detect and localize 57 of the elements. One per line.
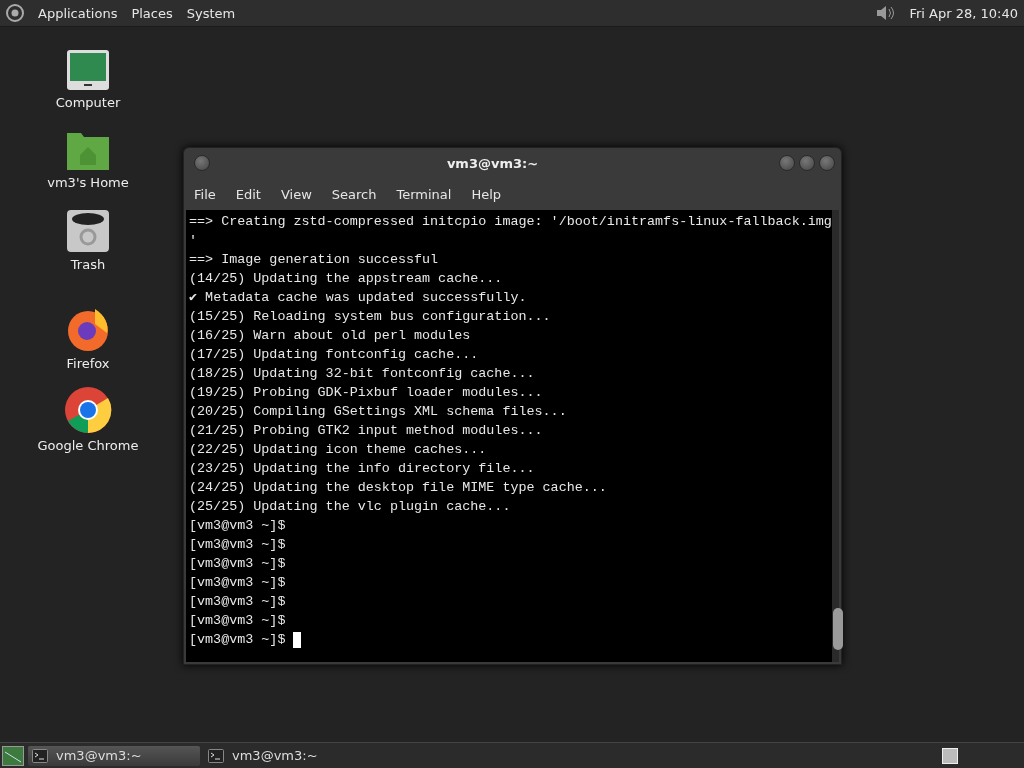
desktop-icon-label[interactable]: vm3's Home (47, 175, 129, 190)
terminal-line: (18/25) Updating 32-bit fontconfig cache... (189, 365, 535, 383)
close-button[interactable] (819, 155, 835, 171)
desktop-icon-label[interactable]: Computer (55, 95, 121, 110)
terminal-icon (208, 748, 224, 763)
window-title: vm3@vm3:~ (445, 155, 540, 171)
terminal-line: ' (189, 232, 198, 250)
clock[interactable]: Fri Apr 28, 10:40 (909, 5, 1018, 21)
volume-icon[interactable] (875, 5, 896, 21)
chrome-icon (64, 386, 112, 434)
desktop-icon-label[interactable]: Firefox (66, 356, 110, 371)
terminal-line: (16/25) Warn about old perl modules (189, 327, 471, 345)
menu-item[interactable]: Terminal (396, 186, 452, 202)
terminal-line: [vm3@vm3 ~]$ (189, 517, 286, 535)
panel-menu[interactable]: Applications (38, 5, 118, 21)
terminal-line: [vm3@vm3 ~]$ (189, 536, 286, 554)
terminal-line: (14/25) Updating the appstream cache... (189, 270, 503, 288)
show-desktop-icon[interactable] (2, 745, 24, 766)
terminal-line: (17/25) Updating fontconfig cache... (189, 346, 479, 364)
terminal-line: ==> Image generation successful (189, 251, 439, 269)
distro-logo-icon[interactable] (6, 4, 24, 22)
menu-item[interactable]: File (194, 186, 216, 202)
terminal-line: (15/25) Reloading system bus configuration... (189, 308, 551, 326)
minimize-button[interactable] (779, 155, 795, 171)
terminal-line: (21/25) Probing GTK2 input method modules... (189, 422, 543, 440)
scrollbar-thumb[interactable] (832, 608, 843, 650)
terminal-icon (32, 748, 48, 763)
firefox-icon (65, 306, 111, 352)
trash-icon (66, 209, 110, 253)
taskbar-button[interactable]: vm3@vm3:~ (204, 745, 376, 766)
text-cursor (293, 631, 302, 648)
terminal-line: (20/25) Compiling GSettings XML schema files... (189, 403, 567, 421)
desktop-icon-label[interactable]: Trash (70, 257, 106, 272)
terminal-line: (25/25) Updating the vlc plugin cache... (189, 498, 511, 516)
taskbar-button[interactable]: vm3@vm3:~ (28, 745, 200, 766)
monitor-icon (66, 49, 110, 91)
terminal-line: ✔ Metadata cache was updated successfully. (189, 289, 527, 307)
terminal-line: [vm3@vm3 ~]$ (189, 631, 286, 649)
terminal-line: ==> Creating zstd-compressed initcpio image: '/boot/initramfs-linux-fallback.img (189, 213, 832, 231)
menu-item[interactable]: Edit (235, 186, 261, 202)
menu-item[interactable]: Search (331, 186, 377, 202)
panel-menu[interactable]: System (186, 5, 236, 21)
panel-menu[interactable]: Places (131, 5, 173, 21)
workspace-switcher-icon[interactable] (942, 747, 958, 764)
terminal-line: [vm3@vm3 ~]$ (189, 574, 286, 592)
window-menu-button[interactable] (194, 155, 210, 171)
terminal-line: (24/25) Updating the desktop file MIME type cache... (189, 479, 607, 497)
maximize-button[interactable] (799, 155, 815, 171)
menu-item[interactable]: Help (471, 186, 502, 202)
terminal-line: [vm3@vm3 ~]$ (189, 612, 286, 630)
desktop-icon-label[interactable]: Google Chrome (37, 438, 139, 453)
terminal-line: (19/25) Probing GDK-Pixbuf loader modules... (189, 384, 543, 402)
terminal-line: (22/25) Updating icon theme caches... (189, 441, 487, 459)
terminal-line: [vm3@vm3 ~]$ (189, 555, 286, 573)
menu-item[interactable]: View (280, 186, 312, 202)
terminal-line: (23/25) Updating the info directory file... (189, 460, 535, 478)
terminal-line: [vm3@vm3 ~]$ (189, 593, 286, 611)
